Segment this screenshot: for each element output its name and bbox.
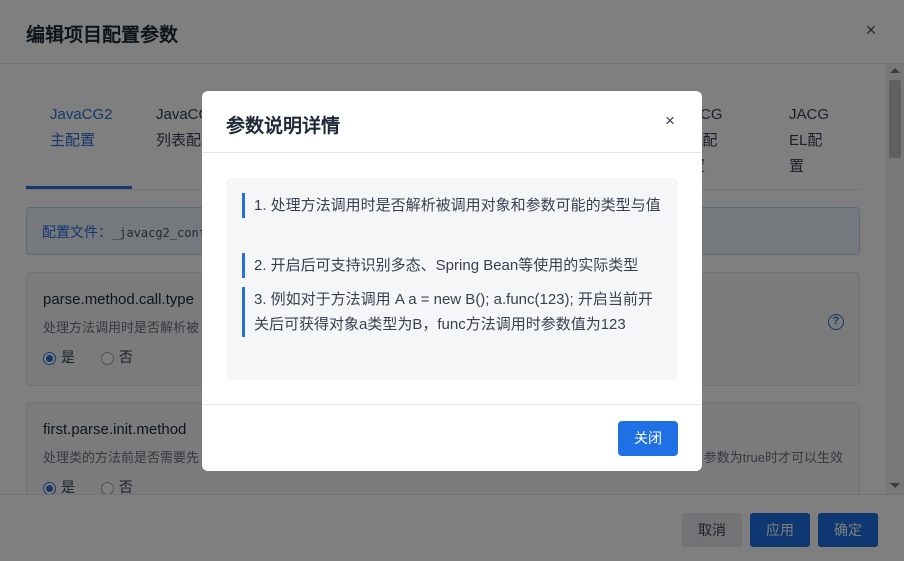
modal-close-icon[interactable]: × (660, 110, 680, 132)
modal-title: 参数说明详情 (226, 116, 341, 137)
modal-header: 参数说明详情 × (202, 91, 702, 153)
note-item: 3. 例如对于方法调用 A a = new B(); a.func(123); … (242, 287, 662, 337)
note-item: 1. 处理方法调用时是否解析被调用对象和参数可能的类型与值 (242, 193, 662, 218)
close-button[interactable]: 关闭 (618, 421, 678, 456)
param-notes: 1. 处理方法调用时是否解析被调用对象和参数可能的类型与值 2. 开启后可支持识… (226, 178, 678, 380)
modal-footer: 关闭 (202, 404, 702, 471)
note-item: 2. 开启后可支持识别多态、Spring Bean等使用的实际类型 (242, 253, 662, 278)
param-detail-modal: 参数说明详情 × 1. 处理方法调用时是否解析被调用对象和参数可能的类型与值 2… (202, 91, 702, 471)
